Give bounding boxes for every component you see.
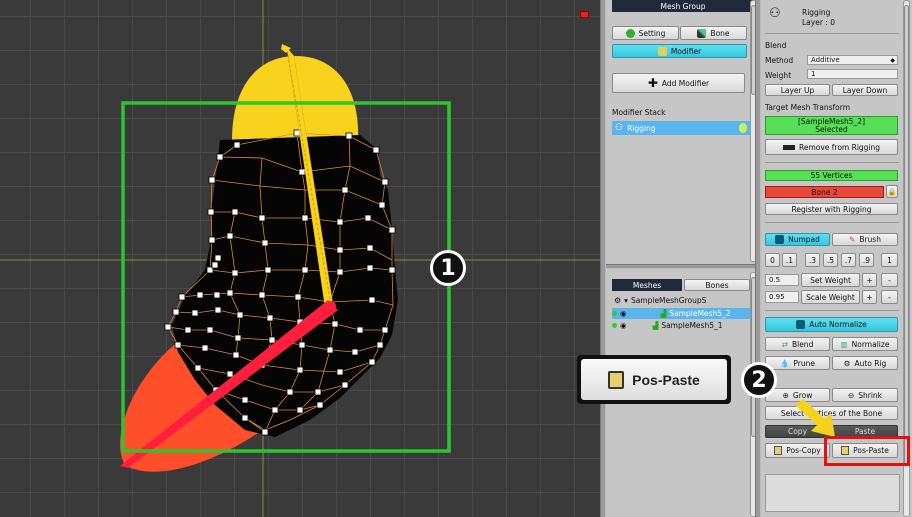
expand-arrow-icon[interactable]: ▾ <box>624 296 628 305</box>
tree-item-samplemesh5-2[interactable]: ◉ ▟ SampleMesh5_2 <box>612 308 751 319</box>
bone-selected: Bone 2 <box>765 186 884 198</box>
pos-paste-callout: Pos-Paste <box>577 355 731 404</box>
prune-button[interactable]: 💧 Prune <box>765 356 830 370</box>
brush-icon: ✎ <box>849 235 856 244</box>
mesh-viewport[interactable]: 1 <box>0 0 600 517</box>
modifier-tab-button[interactable]: Modifier <box>612 44 747 58</box>
status-dot-icon <box>612 311 617 316</box>
remove-icon <box>782 144 795 150</box>
scale-weight-button[interactable]: Scale Weight <box>801 290 860 304</box>
callout-1-badge: 1 <box>430 250 466 286</box>
clipboard-large-icon <box>608 370 625 389</box>
numpad-0-9[interactable]: .9 <box>859 253 874 267</box>
bottom-empty-area <box>765 474 900 512</box>
rigging-icon: ⚇ <box>615 123 624 133</box>
mesh-icon: ▟ <box>660 309 667 318</box>
add-modifier-button[interactable]: ✚ Add Modifier <box>612 73 745 93</box>
set-weight-button[interactable]: Set Weight <box>801 273 860 287</box>
weight-label: Weight <box>765 71 792 80</box>
numpad-icon <box>775 235 785 244</box>
normalize-button[interactable]: ▥ Normalize <box>832 337 898 351</box>
numpad-0-3[interactable]: .3 <box>805 253 820 267</box>
set-weight-plus[interactable]: + <box>862 273 877 287</box>
bones-tab[interactable]: Bones <box>684 279 750 291</box>
register-rigging-button[interactable]: Register with Rigging <box>765 203 898 215</box>
mesh-group-icon: ⚙ <box>614 296 622 305</box>
tree-root[interactable]: ⚙ ▾ SampleMeshGroupS <box>614 296 706 305</box>
target-mesh-label: Target Mesh Transform <box>765 103 851 112</box>
layer-down-button[interactable]: Layer Down <box>832 84 898 96</box>
mesh-body-shape <box>172 135 398 437</box>
modifier-stack-label: Modifier Stack <box>612 108 666 117</box>
plus-icon: ✚ <box>647 76 658 90</box>
tree-item-samplemesh5-1[interactable]: ◉ ▟ SampleMesh5_1 <box>612 321 723 330</box>
weight-input[interactable]: 1 <box>807 69 898 79</box>
method-label: Method <box>765 56 794 65</box>
pos-copy-button[interactable]: Pos-Copy <box>765 443 830 458</box>
numpad-1[interactable]: 1 <box>881 253 898 267</box>
viewport-corner-icon[interactable] <box>576 3 592 19</box>
scale-weight-plus[interactable]: + <box>862 290 877 304</box>
highlight-box <box>824 436 910 466</box>
modifier-icon <box>657 46 667 56</box>
numpad-0[interactable]: 0 <box>765 253 780 267</box>
stack-item-rigging[interactable]: ⚇ Rigging <box>612 121 751 135</box>
clipboard-icon <box>774 446 783 455</box>
auto-rig-button[interactable]: ⚙ Auto Rig <box>832 356 898 370</box>
blend-label: Blend <box>765 41 787 50</box>
scale-weight-minus[interactable]: - <box>881 290 898 304</box>
vertices-count: 55 Vertices <box>765 170 898 181</box>
horizontal-splitter[interactable] <box>606 264 759 269</box>
lock-button[interactable]: 🔒 <box>886 185 898 198</box>
numpad-0-1[interactable]: .1 <box>782 253 797 267</box>
blend-button[interactable]: ⇄ Blend <box>765 337 830 351</box>
dropdown-arrow-icon: ◆ <box>890 56 895 64</box>
bulb-icon[interactable] <box>739 123 747 133</box>
viewport-canvas[interactable] <box>0 0 600 517</box>
auto-rig-icon: ⚙ <box>843 358 851 368</box>
method-select[interactable]: Additive ◆ <box>807 55 898 65</box>
eye-icon[interactable]: ◉ <box>620 321 627 330</box>
bone-button[interactable]: Bone <box>680 26 747 40</box>
remove-rigging-button[interactable]: Remove from Rigging <box>765 139 898 155</box>
scale-weight-input[interactable]: 0.95 <box>765 291 799 303</box>
layer-label: Layer : 0 <box>802 18 835 27</box>
mesh-group-panel: Mesh Group Setting Bone Modifier ✚ Add M… <box>606 0 759 517</box>
numpad-0-7[interactable]: .7 <box>841 253 856 267</box>
blend-icon: ⇄ <box>781 339 788 349</box>
setting-button[interactable]: Setting <box>612 26 679 40</box>
grow-icon: ⊕ <box>782 390 789 400</box>
setting-icon <box>625 28 635 38</box>
mesh-group-header: Mesh Group <box>612 0 754 12</box>
numpad-0-5[interactable]: .5 <box>823 253 838 267</box>
auto-normalize-icon <box>796 320 806 329</box>
numpad-button[interactable]: Numpad <box>765 233 830 246</box>
set-weight-minus[interactable]: - <box>881 273 898 287</box>
auto-normalize-button[interactable]: Auto Normalize <box>765 317 898 332</box>
rigging-title-icon: ⚇ <box>769 6 781 21</box>
inspector-title: Rigging <box>802 8 831 17</box>
set-weight-input[interactable]: 0.5 <box>765 274 799 286</box>
normalize-icon: ▥ <box>840 339 848 349</box>
lock-icon: 🔒 <box>887 187 897 196</box>
mesh-icon: ▟ <box>652 321 659 330</box>
eye-icon[interactable]: ◉ <box>620 309 627 318</box>
target-mesh-box: [SampleMesh5_2] Selected <box>765 116 898 135</box>
layer-up-button[interactable]: Layer Up <box>765 84 830 96</box>
meshes-tab[interactable]: Meshes <box>612 279 682 291</box>
bone-icon <box>697 28 707 38</box>
status-dot-icon <box>612 323 617 328</box>
callout-2-badge: 2 <box>741 362 777 398</box>
prune-icon: 💧 <box>780 358 790 368</box>
bone-2-joint <box>326 301 336 311</box>
brush-button[interactable]: ✎ Brush <box>832 233 898 246</box>
